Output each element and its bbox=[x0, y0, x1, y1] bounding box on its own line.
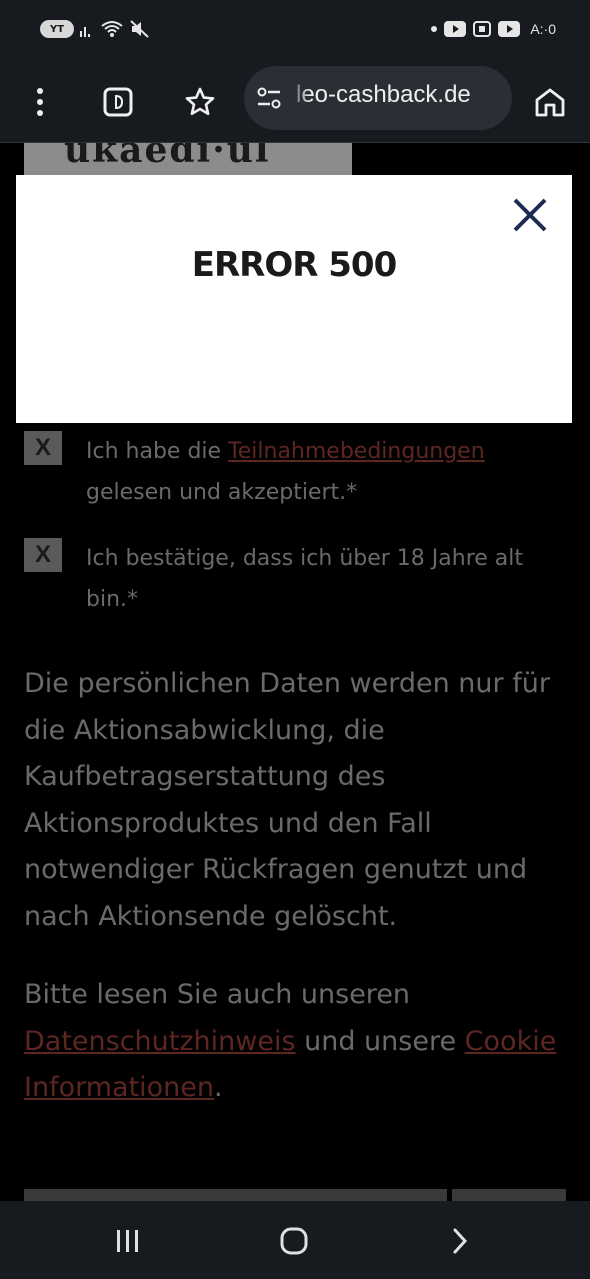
terms-text-after: gelesen und akzeptiert.* bbox=[86, 480, 358, 505]
browser-toolbar: leo-cashback.de bbox=[0, 64, 590, 143]
privacy-link[interactable]: Datenschutzhinweis bbox=[24, 1026, 296, 1057]
forward-nav-button[interactable] bbox=[430, 1219, 490, 1263]
tabs-icon bbox=[103, 87, 133, 117]
tabs-button[interactable] bbox=[94, 78, 142, 126]
mute-icon bbox=[130, 20, 149, 38]
dot-icon bbox=[431, 26, 438, 32]
error-modal: ERROR 500 bbox=[16, 175, 572, 423]
modal-title: ERROR 500 bbox=[191, 245, 397, 285]
status-time: A:·0 bbox=[530, 21, 556, 37]
terms-text-before: Ich habe die bbox=[86, 439, 229, 464]
menu-button[interactable] bbox=[16, 78, 64, 126]
star-icon bbox=[185, 87, 215, 116]
youtube-icon bbox=[444, 21, 467, 37]
system-nav-bar bbox=[0, 1201, 590, 1279]
age-checkbox[interactable]: X bbox=[24, 538, 62, 572]
more-vert-icon bbox=[37, 88, 43, 116]
close-button[interactable] bbox=[510, 195, 550, 235]
screenshot-icon bbox=[473, 21, 492, 37]
recents-button[interactable] bbox=[98, 1219, 158, 1263]
site-logo: ukaedi·ul bbox=[24, 143, 352, 175]
bookmark-button[interactable] bbox=[176, 78, 224, 126]
wifi-icon bbox=[101, 21, 123, 37]
url-fade bbox=[288, 66, 310, 130]
notice-after: . bbox=[214, 1072, 223, 1103]
status-bar: YT A:·0 bbox=[0, 0, 590, 64]
notice-before: Bitte lesen Sie auch unseren bbox=[24, 979, 411, 1010]
url-text: leo-cashback.de bbox=[296, 81, 471, 108]
submit-button-partial[interactable] bbox=[24, 1189, 447, 1201]
notice-middle: und unsere bbox=[295, 1025, 465, 1057]
logo-text: ukaedi·ul bbox=[64, 143, 271, 171]
status-right: A:·0 bbox=[430, 20, 556, 38]
recents-icon bbox=[117, 1230, 138, 1252]
terms-checkbox[interactable]: X bbox=[24, 431, 62, 465]
privacy-paragraph: Die persönlichen Daten werden nur für di… bbox=[24, 668, 550, 932]
signal-icon bbox=[80, 27, 90, 37]
home-icon bbox=[535, 88, 565, 117]
age-checkbox-label: Ich bestätige, dass ich über 18 Jahre al… bbox=[86, 546, 524, 612]
terms-checkbox-label: Ich habe die Teilnahmebedingungen gelese… bbox=[86, 431, 556, 513]
chevron-right-icon bbox=[453, 1228, 468, 1254]
terms-link[interactable]: Teilnahmebedingungen bbox=[228, 439, 485, 464]
home-button[interactable] bbox=[526, 78, 574, 126]
home-circle-icon bbox=[280, 1227, 308, 1255]
home-nav-button[interactable] bbox=[264, 1219, 324, 1263]
notice-paragraph: Bitte lesen Sie auch unseren Datenschutz… bbox=[24, 972, 564, 1112]
address-bar[interactable]: leo-cashback.de bbox=[244, 66, 512, 130]
status-left: YT bbox=[40, 20, 150, 38]
close-icon bbox=[513, 198, 547, 232]
secondary-button-partial[interactable] bbox=[452, 1189, 566, 1201]
site-settings-icon[interactable] bbox=[256, 86, 282, 110]
sim-badge: YT bbox=[40, 20, 74, 38]
youtube-icon-2 bbox=[498, 21, 521, 37]
